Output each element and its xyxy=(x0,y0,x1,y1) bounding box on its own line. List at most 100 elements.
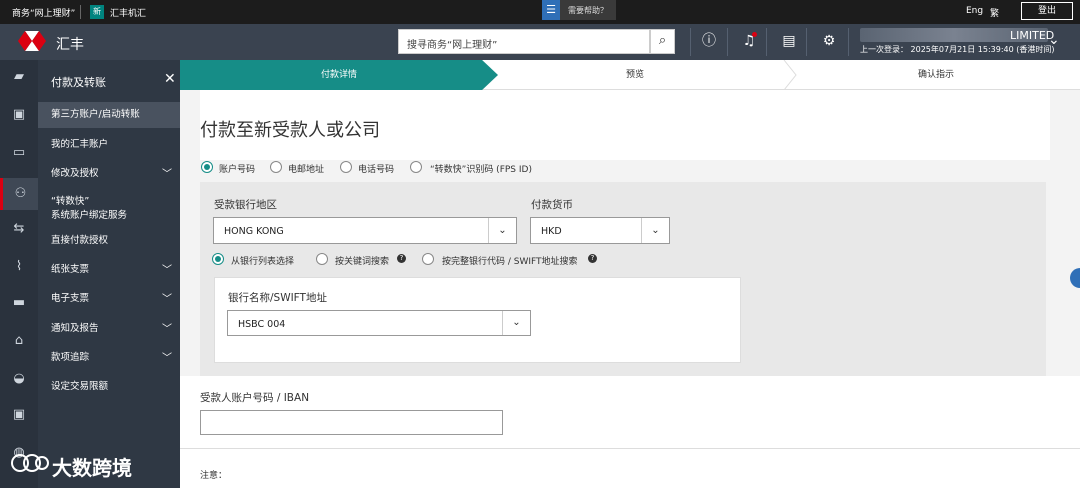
watermark-logo-icon xyxy=(11,454,49,472)
radio-email[interactable] xyxy=(270,161,282,173)
card-icon[interactable]: ▭ xyxy=(0,140,38,166)
hsbcnet-link[interactable]: 汇丰机汇 xyxy=(110,6,146,19)
icon-rail: ▰ ▣ ▭ ⚇ ⇆ ⌇ ▬ ⌂ ◒ ▣ ◍ xyxy=(0,60,38,488)
bank-icon[interactable]: ▬ xyxy=(0,290,38,316)
folder-icon[interactable]: ▰ xyxy=(0,64,38,90)
help-button[interactable]: ☰ 需要帮助？ xyxy=(542,0,616,20)
sidebar-item-third-party[interactable]: 第三方账户/启动转账 xyxy=(38,102,180,128)
radio-label: 电邮地址 xyxy=(288,165,325,175)
sidebar-item-modify-authorize[interactable]: 修改及授权 ﹀ xyxy=(38,165,180,180)
radio-label: 按关键词搜索 xyxy=(335,257,390,267)
chevron-down-icon: ﹀ xyxy=(162,324,172,335)
sidebar-item-e-cheque[interactable]: 电子支票 ﹀ xyxy=(38,290,180,305)
sidebar-item-label: 设定交易限额 xyxy=(51,381,109,392)
currency-label: 付款货币 xyxy=(531,199,573,211)
progress-stepper: 付款详情 预览 确认指示 xyxy=(180,60,1080,90)
radio-label: “转数快”识别码 (FPS ID) xyxy=(430,165,532,175)
top-bar: 商务“网上理财” 新 汇丰机汇 ☰ 需要帮助？ Eng 繁 登出 xyxy=(0,0,1080,24)
sidebar-item-label: 款项追踪 xyxy=(51,352,90,363)
radio-swift-code[interactable] xyxy=(422,253,434,265)
radio-fps-id[interactable] xyxy=(410,161,422,173)
transfer-icon[interactable]: ⇆ xyxy=(0,216,38,242)
sidebar-item-fps[interactable]: “转数快” 系统账户绑定服务 xyxy=(38,193,180,221)
account-menu-chevron-icon[interactable]: ⌄ xyxy=(1048,32,1060,48)
business-banking-link[interactable]: 商务“网上理财” xyxy=(12,6,75,19)
step-preview: 预览 xyxy=(625,70,644,80)
sidebar-item-label: 系统账户绑定服务 xyxy=(51,210,128,221)
sidebar-item-my-accounts[interactable]: 我的汇丰账户 xyxy=(38,136,180,150)
note-label: 注意： xyxy=(200,471,228,481)
trade-icon[interactable]: ⌂ xyxy=(0,328,38,354)
sidebar-item-paper-cheque[interactable]: 纸张支票 ﹀ xyxy=(38,261,180,276)
last-login-text: 上一次登录： 2025年07月21日 15:39:40 (香港时间) xyxy=(860,45,1055,54)
sidebar-title: 付款及转账 xyxy=(51,76,106,89)
chat-icon: ☰ xyxy=(542,0,560,20)
chevron-down-icon: ⌄ xyxy=(641,218,669,243)
hsbc-logo-icon xyxy=(18,31,46,51)
radio-label: 从银行列表选择 xyxy=(231,257,295,267)
header-divider xyxy=(848,28,849,56)
logout-button[interactable]: 登出 xyxy=(1021,2,1073,20)
radio-label: 按完整银行代码 / SWIFT地址搜索 xyxy=(442,257,578,267)
lang-traditional[interactable]: 繁 xyxy=(990,6,999,19)
account-number-label: 受款人账户号码 / IBAN xyxy=(200,392,310,404)
lang-english[interactable]: Eng xyxy=(966,6,983,16)
bank-name-value: HSBC 004 xyxy=(238,319,286,330)
sidebar-item-label: 修改及授权 xyxy=(51,168,99,179)
chevron-down-icon: ﹀ xyxy=(162,169,172,180)
bank-region-label: 受款银行地区 xyxy=(214,199,277,211)
brand-name: 汇丰 xyxy=(56,37,84,53)
header-divider xyxy=(727,28,728,56)
chevron-down-icon: ﹀ xyxy=(162,353,172,364)
gear-icon[interactable]: ⚙ xyxy=(820,32,838,50)
account-number-input[interactable] xyxy=(200,410,503,435)
sidebar-item-label: 电子支票 xyxy=(51,293,90,304)
search-icon[interactable]: ⌕ xyxy=(650,29,675,54)
sidebar-item-label: 第三方账户/启动转账 xyxy=(51,109,140,120)
sidebar-item-label: 我的汇丰账户 xyxy=(51,139,109,150)
help-question-icon[interactable]: ? xyxy=(397,254,406,263)
header-divider xyxy=(806,28,807,56)
chart-icon[interactable]: ⌇ xyxy=(0,254,38,280)
header-divider xyxy=(766,28,767,56)
chevron-down-icon: ⌄ xyxy=(502,311,530,335)
bank-region-value: HONG KONG xyxy=(224,226,284,237)
sidebar-item-notifications[interactable]: 通知及报告 ﹀ xyxy=(38,320,180,335)
ship-icon[interactable]: ◒ xyxy=(0,366,38,392)
chevron-down-icon: ﹀ xyxy=(162,294,172,305)
radio-keyword[interactable] xyxy=(316,253,328,265)
help-question-icon[interactable]: ? xyxy=(588,254,597,263)
new-badge: 新 xyxy=(90,5,104,19)
radio-label: 电话号码 xyxy=(358,165,395,175)
watermark-text: 大数跨境 xyxy=(52,456,132,480)
sidebar-item-label: 纸张支票 xyxy=(51,264,90,275)
radio-bank-list[interactable] xyxy=(212,253,224,265)
bank-name-select[interactable]: HSBC 004 xyxy=(227,310,531,336)
sidebar-item-limits[interactable]: 设定交易限额 xyxy=(38,378,180,392)
help-circle-icon[interactable]: ⓘ xyxy=(700,32,718,50)
sidebar-item-direct-debit[interactable]: 直接付款授权 xyxy=(38,232,180,246)
main-header: 汇丰 搜寻商务“网上理财” ⌕ ⓘ ♫ ▤ ⚙ LIMITED 上一次登录： 2… xyxy=(0,24,1080,60)
chevron-down-icon: ﹀ xyxy=(162,265,172,276)
radio-label: 账户号码 xyxy=(219,165,256,175)
search-input[interactable]: 搜寻商务“网上理财” xyxy=(398,29,650,54)
header-divider xyxy=(690,28,691,56)
document-icon[interactable]: ▣ xyxy=(0,402,38,428)
sidebar-item-tracking[interactable]: 款项追踪 ﹀ xyxy=(38,349,180,364)
step-payment-details: 付款详情 xyxy=(180,60,498,90)
sidebar-item-label: “转数快” xyxy=(51,196,90,207)
step-confirm: 确认指示 xyxy=(917,70,954,80)
radio-phone[interactable] xyxy=(340,161,352,173)
clipboard-icon[interactable]: ▤ xyxy=(780,32,798,50)
sidebar: 付款及转账 ✕ 第三方账户/启动转账 我的汇丰账户 修改及授权 ﹀ “转数快” 系统… xyxy=(38,60,180,488)
bank-name-label: 银行名称/SWIFT地址 xyxy=(228,292,327,304)
gift-icon[interactable]: ▣ xyxy=(0,102,38,128)
close-icon[interactable]: ✕ xyxy=(164,71,176,87)
sidebar-item-label: 直接付款授权 xyxy=(51,235,109,246)
sidebar-item-label: 通知及报告 xyxy=(51,323,99,334)
payments-icon[interactable]: ⚇ xyxy=(0,178,38,210)
radio-account-number[interactable] xyxy=(201,161,213,173)
currency-value: HKD xyxy=(541,226,562,237)
bank-region-select[interactable]: HONG KONG xyxy=(213,217,517,244)
notification-dot xyxy=(752,32,757,37)
